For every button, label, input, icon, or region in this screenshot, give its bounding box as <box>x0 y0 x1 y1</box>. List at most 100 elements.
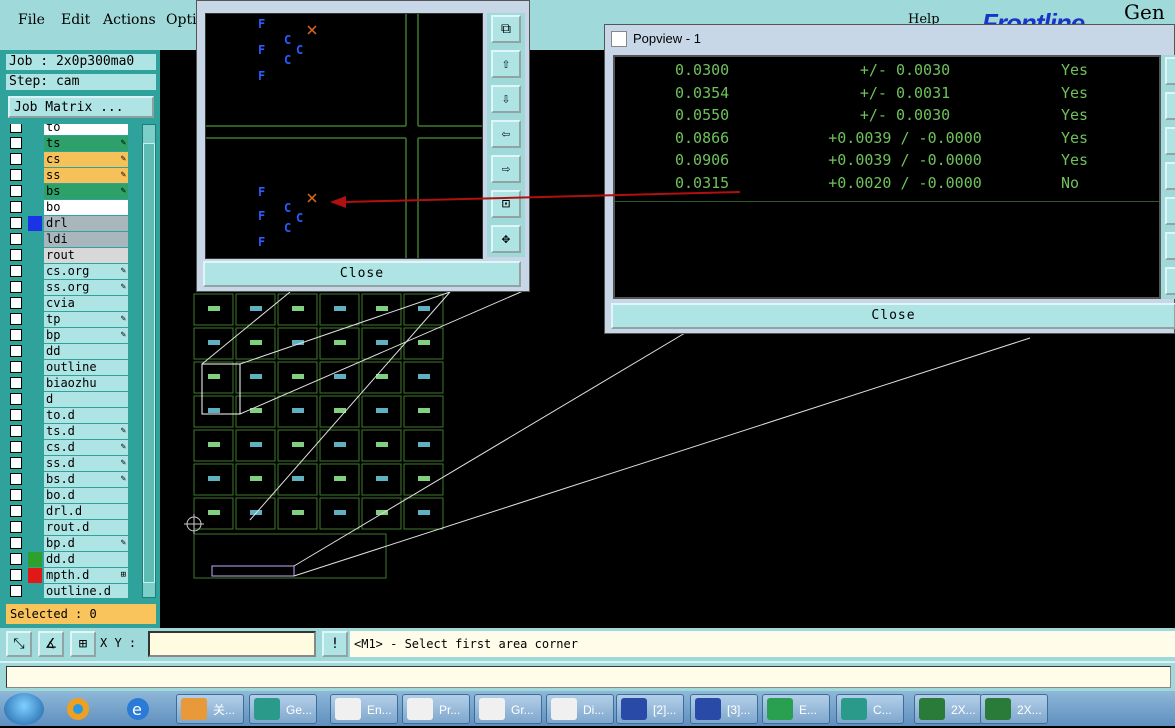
layer-row[interactable]: bp.d ✎ <box>6 536 130 551</box>
layer-name[interactable]: bp.d <box>44 536 128 551</box>
copy-view-button[interactable]: ⧉ <box>491 15 521 43</box>
layer-name[interactable]: bo <box>44 200 128 215</box>
layer-row[interactable]: ldi <box>6 232 130 247</box>
taskbar-item[interactable]: C... <box>836 694 904 724</box>
layer-name[interactable]: bs.d <box>44 472 128 487</box>
zoom-view[interactable]: F F F F F F C C C C C C <box>205 13 483 259</box>
layer-checkbox[interactable] <box>10 124 22 133</box>
layer-row[interactable]: ss.org ✎ <box>6 280 130 295</box>
layer-name[interactable]: bp <box>44 328 128 343</box>
layer-checkbox[interactable] <box>10 441 22 453</box>
layer-name[interactable]: outline.d <box>44 584 128 598</box>
taskbar-item[interactable]: [2]... <box>616 694 684 724</box>
layer-name[interactable]: ss.d <box>44 456 128 471</box>
menu-actions[interactable]: Actions <box>103 12 156 28</box>
layer-name[interactable]: bs <box>44 184 128 199</box>
taskbar-item[interactable]: [3]... <box>690 694 758 724</box>
layer-row[interactable]: mpth.d ⊞ <box>6 568 130 583</box>
layer-name[interactable]: ldi <box>44 232 128 247</box>
layer-name[interactable]: to.d <box>44 408 128 423</box>
layer-row[interactable]: bo.d <box>6 488 130 503</box>
layer-name[interactable]: ss <box>44 168 128 183</box>
layer-name[interactable]: d <box>44 392 128 407</box>
taskbar-item[interactable]: Gr... <box>474 694 542 724</box>
layer-name[interactable]: tp <box>44 312 128 327</box>
layer-checkbox[interactable] <box>10 169 22 181</box>
zoom-out-button[interactable]: ✥ <box>491 225 521 253</box>
alert-button[interactable]: ! <box>322 631 348 657</box>
taskbar-item[interactable]: 关... <box>176 694 244 724</box>
popview-copy-button[interactable] <box>1165 57 1175 85</box>
layer-row[interactable]: ss.d ✎ <box>6 456 130 471</box>
layer-checkbox[interactable] <box>10 457 22 469</box>
popview-zoom-in-button[interactable] <box>1165 232 1175 260</box>
layer-name[interactable]: ts <box>44 136 128 151</box>
layer-checkbox[interactable] <box>10 137 22 149</box>
layer-checkbox[interactable] <box>10 265 22 277</box>
popview-down-button[interactable] <box>1165 127 1175 155</box>
popview-left-button[interactable] <box>1165 162 1175 190</box>
layer-row[interactable]: dd.d <box>6 552 130 567</box>
layer-row[interactable]: cs.d ✎ <box>6 440 130 455</box>
layer-row[interactable]: outline.d <box>6 584 130 598</box>
layer-checkbox[interactable] <box>10 345 22 357</box>
scroll-thumb[interactable] <box>143 143 155 583</box>
layer-row[interactable]: drl <box>6 216 130 231</box>
xy-input[interactable] <box>148 631 316 657</box>
taskbar-item[interactable]: Di... <box>546 694 614 724</box>
taskbar-item[interactable]: E... <box>762 694 830 724</box>
layer-name[interactable]: rout <box>44 248 128 263</box>
layer-checkbox[interactable] <box>10 361 22 373</box>
taskbar-item[interactable]: Pr... <box>402 694 470 724</box>
layer-checkbox[interactable] <box>10 153 22 165</box>
layer-row[interactable]: d <box>6 392 130 407</box>
layer-row[interactable]: to <box>6 124 130 135</box>
layer-name[interactable]: rout.d <box>44 520 128 535</box>
menu-options[interactable]: Opti <box>166 12 197 28</box>
ie-icon[interactable]: e <box>118 694 158 724</box>
pan-down-button[interactable]: ⇩ <box>491 85 521 113</box>
layer-row[interactable]: bs ✎ <box>6 184 130 199</box>
layer-checkbox[interactable] <box>10 393 22 405</box>
layer-row[interactable]: rout.d <box>6 520 130 535</box>
layer-name[interactable]: biaozhu <box>44 376 128 391</box>
layer-row[interactable]: bo <box>6 200 130 215</box>
layer-row[interactable]: cvia <box>6 296 130 311</box>
layer-row[interactable]: ts ✎ <box>6 136 130 151</box>
layer-name[interactable]: cs.d <box>44 440 128 455</box>
layer-checkbox[interactable] <box>10 297 22 309</box>
layer-row[interactable]: tp ✎ <box>6 312 130 327</box>
layer-row[interactable]: bs.d ✎ <box>6 472 130 487</box>
layer-checkbox[interactable] <box>10 377 22 389</box>
pan-left-button[interactable]: ⇦ <box>491 120 521 148</box>
layer-checkbox[interactable] <box>10 281 22 293</box>
popview-zoom-out-button[interactable] <box>1165 267 1175 295</box>
zoom-fit-button[interactable]: ⤡ <box>6 631 32 657</box>
layer-name[interactable]: drl.d <box>44 504 128 519</box>
layer-row[interactable]: rout <box>6 248 130 263</box>
taskbar-item[interactable]: 2X... <box>914 694 982 724</box>
job-matrix-button[interactable]: Job Matrix ... <box>8 96 154 118</box>
popview-right-button[interactable] <box>1165 197 1175 225</box>
layer-checkbox[interactable] <box>10 313 22 325</box>
zoom-close-button[interactable]: Close <box>203 261 521 287</box>
layer-checkbox[interactable] <box>10 249 22 261</box>
pan-right-button[interactable]: ⇨ <box>491 155 521 183</box>
layer-row[interactable]: dd <box>6 344 130 359</box>
layer-checkbox[interactable] <box>10 185 22 197</box>
layer-name[interactable]: dd.d <box>44 552 128 567</box>
layer-checkbox[interactable] <box>10 409 22 421</box>
layer-row[interactable]: ts.d ✎ <box>6 424 130 439</box>
popview-close-button[interactable]: Close <box>611 303 1175 329</box>
layer-name[interactable]: to <box>44 124 128 135</box>
layer-checkbox[interactable] <box>10 425 22 437</box>
layer-name[interactable]: cs <box>44 152 128 167</box>
layer-checkbox[interactable] <box>10 537 22 549</box>
layer-row[interactable]: ss ✎ <box>6 168 130 183</box>
layer-name[interactable]: mpth.d <box>44 568 128 583</box>
layer-name[interactable]: bo.d <box>44 488 128 503</box>
taskbar-item[interactable]: 2X... <box>980 694 1048 724</box>
layer-checkbox[interactable] <box>10 201 22 213</box>
layer-row[interactable]: outline <box>6 360 130 375</box>
menu-edit[interactable]: Edit <box>61 12 90 28</box>
